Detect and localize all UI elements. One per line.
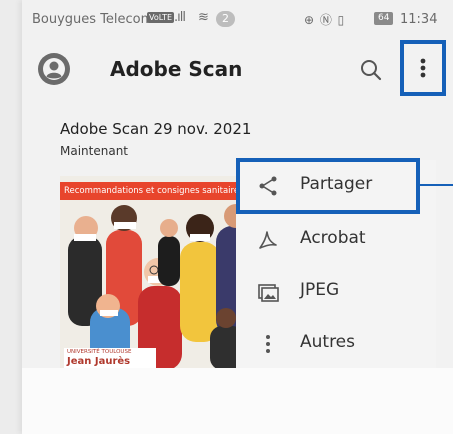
notification-count-badge: 2 bbox=[216, 11, 235, 27]
account-icon[interactable] bbox=[38, 53, 70, 85]
highlight-connector-line bbox=[420, 184, 453, 186]
search-icon[interactable] bbox=[358, 57, 384, 83]
app-title: Adobe Scan bbox=[110, 57, 243, 81]
document-thumbnail[interactable]: Recommandations et consignes sanitaires … bbox=[60, 176, 256, 370]
battery-icon: 64 bbox=[374, 12, 394, 25]
document-time: Maintenant bbox=[60, 144, 129, 158]
menu-item-label: Acrobat bbox=[300, 228, 366, 248]
share-highlight-box bbox=[236, 158, 420, 214]
signal-icon: .ıll bbox=[174, 10, 186, 25]
volte-badge: VoLTE bbox=[147, 12, 175, 23]
carrier-name: Bouygues Telecom bbox=[32, 12, 154, 27]
menu-item-label: Autres bbox=[300, 332, 356, 352]
status-icons: ⊕ Ⓝ ▯ bbox=[304, 13, 346, 27]
bottom-panel bbox=[22, 368, 453, 434]
menu-item-acrobat[interactable]: Acrobat bbox=[236, 214, 436, 266]
more-vert-icon bbox=[266, 335, 270, 353]
menu-item-autres[interactable]: Autres bbox=[236, 318, 436, 370]
logo-small-text: UNIVERSITÉ TOULOUSE bbox=[67, 349, 132, 355]
more-vert-icon bbox=[420, 58, 426, 78]
image-icon bbox=[258, 284, 279, 302]
logo-big-text: Jean Jaurès bbox=[67, 356, 131, 367]
university-logo: UNIVERSITÉ TOULOUSE Jean Jaurès bbox=[64, 348, 156, 370]
document-title[interactable]: Adobe Scan 29 nov. 2021 bbox=[60, 120, 251, 138]
wifi-icon: ≋ bbox=[198, 10, 209, 25]
thumbnail-illustration bbox=[68, 204, 256, 370]
clock: 11:34 bbox=[400, 12, 438, 27]
overflow-menu-button[interactable] bbox=[400, 40, 446, 96]
status-bar: Bouygues Telecom VoLTE .ıll ≋ 2 ⊕ Ⓝ ▯ 64… bbox=[22, 0, 453, 40]
acrobat-icon bbox=[259, 231, 277, 249]
phone-screen: Bouygues Telecom VoLTE .ıll ≋ 2 ⊕ Ⓝ ▯ 64… bbox=[22, 0, 453, 434]
app-bar: Adobe Scan bbox=[22, 40, 453, 100]
menu-item-jpeg[interactable]: JPEG bbox=[236, 266, 436, 318]
menu-item-label: JPEG bbox=[300, 280, 340, 300]
